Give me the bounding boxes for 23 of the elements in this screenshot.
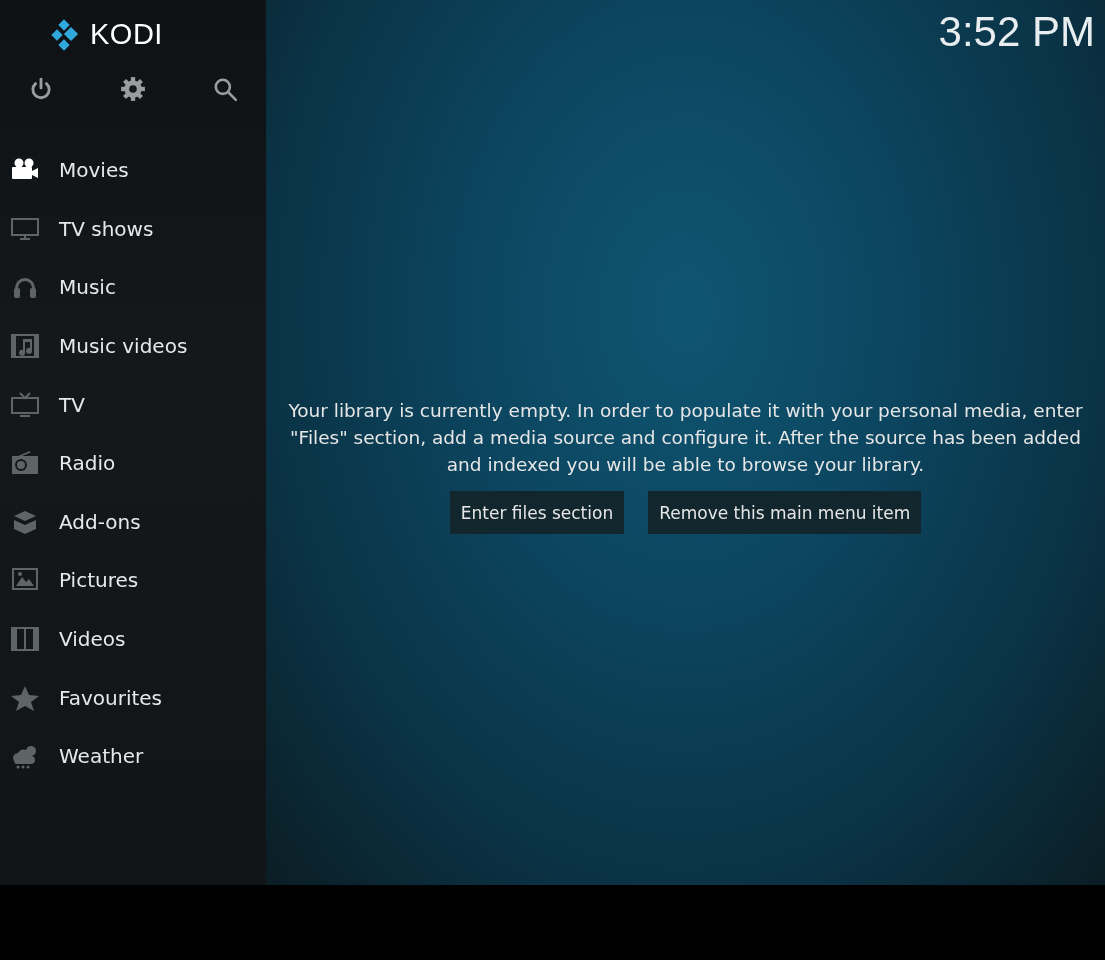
star-icon <box>10 684 40 711</box>
tv-icon <box>10 391 40 418</box>
menu-item[interactable]: Music videos <box>0 316 266 376</box>
action-button[interactable]: Enter files section <box>449 491 625 534</box>
clock: 3:52 PM <box>938 8 1095 56</box>
menu-item[interactable]: TV <box>0 375 266 434</box>
menu-item[interactable]: Add-ons <box>0 492 266 552</box>
film-icon <box>10 333 40 360</box>
menu-item[interactable]: Radio <box>0 433 266 493</box>
menu-item[interactable]: Movies <box>0 141 266 200</box>
film-icon <box>10 626 40 653</box>
menu-item[interactable]: Pictures <box>0 551 266 610</box>
empty-library-message: Your library is currently empty. In order to populate it with your personal media, enter "Files" section, add a media source and configure it. After the source has been added and indexed you will be able to browse your library. <box>287 399 1084 477</box>
logo-text: KODI <box>90 18 163 51</box>
action-button[interactable]: Remove this main menu item <box>648 491 922 534</box>
menu-item[interactable]: Videos <box>0 609 266 669</box>
menu-item[interactable]: Weather <box>0 726 266 786</box>
menu-item[interactable]: Favourites <box>0 668 266 727</box>
radio-icon <box>10 450 40 477</box>
settings-button[interactable] <box>118 74 148 104</box>
tv-icon <box>10 215 40 242</box>
menu-item[interactable]: Music <box>0 258 266 317</box>
menu-item[interactable]: TV shows <box>0 199 266 259</box>
